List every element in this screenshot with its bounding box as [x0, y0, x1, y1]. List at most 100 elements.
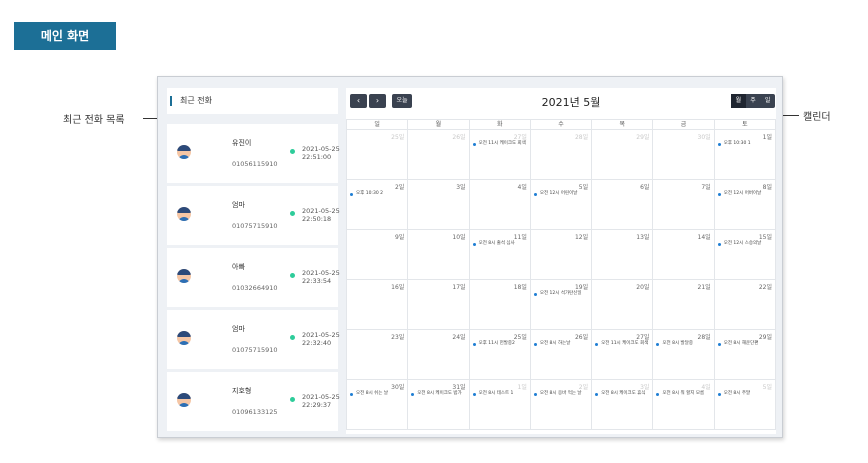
calendar-event[interactable]: 오전 8시 뭐 할지 모름: [656, 391, 714, 397]
call-time: 22:29:37: [302, 401, 332, 409]
call-name: 엄마: [232, 201, 245, 209]
calendar-day-cell[interactable]: 10일: [408, 230, 470, 280]
calendar-event[interactable]: 오전 11시 케이크도 회색: [595, 341, 653, 347]
user-avatar-icon: [177, 393, 191, 407]
calendar-day-cell[interactable]: 25일: [347, 130, 409, 180]
call-item[interactable]: 지호형 01096133125 2021-05-25 22:29:37: [167, 372, 340, 431]
calendar-event[interactable]: 오전 12시 석가탄신일: [533, 291, 592, 297]
calendar-day-cell[interactable]: 27일 오전 11시 케이크도 회색: [592, 330, 654, 380]
calendar-event[interactable]: 오후 11시 헌발중2: [472, 341, 531, 347]
calendar-day-cell[interactable]: 26일 오전 8시 하는날: [530, 330, 593, 380]
day-number: 25일: [391, 134, 405, 141]
calendar-day-cell[interactable]: 12일: [530, 230, 593, 280]
calendar-day-cell[interactable]: 14일: [653, 230, 715, 280]
calendar-day-cell[interactable]: 3일: [408, 180, 470, 230]
calendar-day-cell[interactable]: 23일: [347, 330, 409, 380]
calendar-day-cell[interactable]: 18일: [469, 280, 531, 330]
calendar-event[interactable]: 오전 12시 어버이날: [717, 191, 776, 197]
calendar-day-cell[interactable]: 30일 오전 8시 쉬는 날: [347, 380, 409, 430]
accent-bar: [170, 96, 172, 106]
day-number: 18일: [513, 284, 527, 291]
calendar-event[interactable]: 오전 8시 케이크도 밤가: [411, 391, 469, 397]
calendar-day-cell[interactable]: 29일 오전 8시 해운단편: [714, 330, 776, 380]
calendar-day-cell[interactable]: 16일: [347, 280, 409, 330]
calendar-event[interactable]: 오전 8시 응바 먹는 날: [533, 391, 592, 397]
calendar-day-cell[interactable]: 27일 오전 11시 케이크도 회색: [469, 130, 531, 180]
calendar-event[interactable]: 오전 8시 해운단편: [717, 341, 776, 347]
calendar-day-cell[interactable]: 9일: [347, 230, 409, 280]
calendar-week: 2일 오후 10:30 2 3일 4일 5일 오전 12시 어린이날 6일 7일 8일 오전 12…: [347, 180, 776, 230]
weekday-label: 수: [530, 120, 593, 130]
weekday-label: 금: [653, 120, 715, 130]
calendar-day-cell[interactable]: 2일 오후 10:30 2: [347, 180, 409, 230]
day-number: 2일: [578, 384, 589, 391]
user-avatar-icon: [177, 331, 191, 345]
calendar-event[interactable]: 오전 11시 케이크도 회색: [472, 141, 531, 147]
calendar-day-cell[interactable]: 24일: [408, 330, 470, 380]
calendar-day-cell[interactable]: 4일: [469, 180, 531, 230]
call-date: 2021-05-25: [302, 393, 340, 401]
calendar-day-cell[interactable]: 25일 오후 11시 헌발중2: [469, 330, 531, 380]
calendar-day-cell[interactable]: 19일 오전 12시 석가탄신일: [530, 280, 593, 330]
calendar-day-cell[interactable]: 8일 오전 12시 어버이날: [714, 180, 776, 230]
call-item[interactable]: 유진이 01056115910 2021-05-25 22:51:00: [167, 124, 340, 183]
calendar-week: 30일 오전 8시 쉬는 날 31일 오전 8시 케이크도 밤가 1일 오전 8시 테스트…: [347, 380, 776, 430]
call-time: 22:33:54: [302, 277, 332, 285]
calendar-event[interactable]: 오전 8시 발달중: [656, 341, 714, 347]
calendar-day-cell[interactable]: 20일: [592, 280, 654, 330]
calendar-day-cell[interactable]: 5일 오전 12시 어린이날: [530, 180, 593, 230]
calendar-day-cell[interactable]: 1일 오전 8시 테스트 1: [469, 380, 531, 430]
calendar-day-cell[interactable]: 22일: [714, 280, 776, 330]
calendar-day-cell[interactable]: 28일 오전 8시 발달중: [653, 330, 715, 380]
call-time: 22:50:18: [302, 215, 332, 223]
calendar-event[interactable]: 오전 8시 주말: [717, 391, 776, 397]
calendar-day-cell[interactable]: 11일 오전 8시 출석 심사: [469, 230, 531, 280]
call-number: 01032664910: [232, 284, 278, 292]
view-day-button[interactable]: 일: [760, 94, 775, 108]
calendar-day-cell[interactable]: 31일 오전 8시 케이크도 밤가: [408, 380, 470, 430]
calendar-day-cell[interactable]: 28일: [530, 130, 593, 180]
calendar-day-cell[interactable]: 13일: [592, 230, 654, 280]
calendar-day-cell[interactable]: 30일: [653, 130, 715, 180]
call-item[interactable]: 엄마 01075715910 2021-05-25 22:32:40: [167, 310, 340, 369]
calendar-day-cell[interactable]: 15일 오전 12시 스승의날: [714, 230, 776, 280]
calendar-day-cell[interactable]: 2일 오전 8시 응바 먹는 날: [530, 380, 593, 430]
calendar-day-cell[interactable]: 4일 오전 8시 뭐 할지 모름: [653, 380, 715, 430]
view-week-button[interactable]: 주: [746, 94, 761, 108]
calendar-grid: 일 월 화 수 목 금 토 25일 26일 27일 오전 11시 케이크도 회색 28일…: [346, 119, 776, 430]
calendar-day-cell[interactable]: 26일: [408, 130, 470, 180]
calendar-event[interactable]: 오전 8시 출석 심사: [472, 241, 531, 247]
view-month-button[interactable]: 월: [731, 94, 746, 108]
calendar-event[interactable]: 오전 8시 테스트 1: [472, 391, 531, 397]
calendar-day-cell[interactable]: 3일 오전 8시 케이크도 휴식: [592, 380, 654, 430]
calendar-event[interactable]: 오후 10:30 2: [350, 191, 408, 197]
calendar-day-cell[interactable]: 1일 오후 10:30 1: [714, 130, 776, 180]
calendar: ‹ › 오늘 2021년 5월 월 주 일 일 월 화 수 목 금 토 25일 2…: [346, 88, 776, 434]
calendar-event[interactable]: 오전 8시 하는날: [533, 341, 592, 347]
calendar-event[interactable]: 오전 12시 어린이날: [533, 191, 592, 197]
calendar-week: 16일 17일 18일 19일 오전 12시 석가탄신일 20일 21일 22일: [347, 280, 776, 330]
calendar-day-cell[interactable]: 7일: [653, 180, 715, 230]
day-number: 30일: [391, 384, 405, 391]
day-number: 29일: [636, 134, 650, 141]
call-date: 2021-05-25: [302, 331, 340, 339]
day-number: 24일: [452, 334, 466, 341]
day-number: 10일: [452, 234, 466, 241]
calendar-day-cell[interactable]: 21일: [653, 280, 715, 330]
calendar-event[interactable]: 오후 10:30 1: [717, 141, 776, 147]
calendar-event[interactable]: 오전 8시 쉬는 날: [350, 391, 408, 397]
calendar-day-cell[interactable]: 29일: [592, 130, 654, 180]
calendar-day-cell[interactable]: 17일: [408, 280, 470, 330]
calendar-week: 9일 10일 11일 오전 8시 출석 심사 12일 13일 14일 15일 오전 12시 스승…: [347, 230, 776, 280]
calendar-event[interactable]: 오전 8시 케이크도 휴식: [595, 391, 653, 397]
call-item[interactable]: 아빠 01032664910 2021-05-25 22:33:54: [167, 248, 340, 307]
calendar-day-cell[interactable]: 6일: [592, 180, 654, 230]
call-name: 아빠: [232, 263, 245, 271]
day-number: 27일: [636, 334, 650, 341]
weekday-label: 화: [469, 120, 531, 130]
calendar-day-cell[interactable]: 5일 오전 8시 주말: [714, 380, 776, 430]
call-name: 엄마: [232, 325, 245, 333]
calendar-event[interactable]: 오전 12시 스승의날: [717, 241, 776, 247]
call-item[interactable]: 엄마 01075715910 2021-05-25 22:50:18: [167, 186, 340, 245]
weekday-label: 월: [408, 120, 470, 130]
